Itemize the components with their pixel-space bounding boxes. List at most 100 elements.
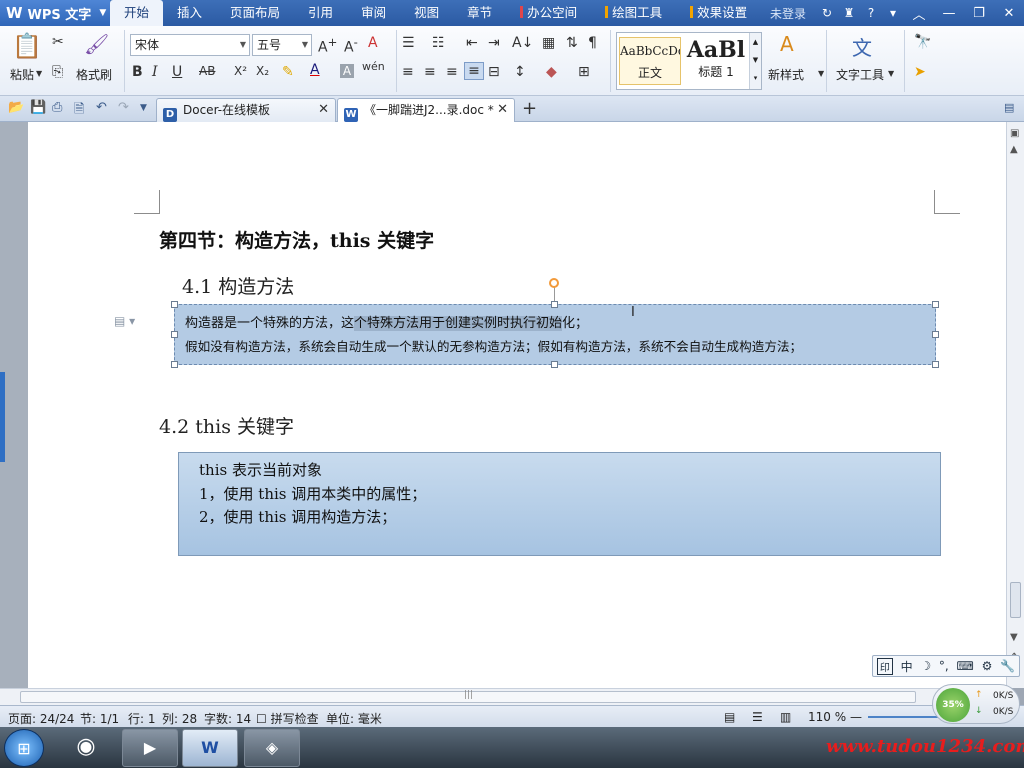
word-count[interactable]: 字数: 14 [204, 710, 251, 727]
font-color-icon[interactable]: A [310, 62, 320, 78]
menu-effect-settings[interactable]: 效果设置 [676, 0, 761, 26]
menu-view[interactable]: 视图 [400, 0, 453, 26]
resize-handle[interactable] [551, 361, 558, 368]
menu-office-space[interactable]: 办公空间 [506, 0, 591, 26]
new-style-icon[interactable]: A [780, 32, 794, 56]
style-heading1[interactable]: AaBl 标题 1 [685, 37, 747, 85]
menu-drawing-tools[interactable]: 绘图工具 [591, 0, 676, 26]
resize-handle[interactable] [171, 331, 178, 338]
redo-icon[interactable]: ↷ [118, 100, 129, 115]
paragraph-layout-icon[interactable]: ▤ ▾ [114, 314, 135, 328]
find-replace-icon[interactable]: 🔭 [914, 34, 931, 50]
chevron-down-icon[interactable]: ▼ [888, 69, 894, 78]
skin-icon[interactable]: ♜ [838, 6, 860, 20]
save-icon[interactable]: 💾 [30, 100, 46, 115]
font-name-select[interactable]: 宋体 ▼ [130, 34, 250, 56]
chrome-app-icon[interactable]: ◉ [58, 729, 114, 767]
network-monitor-widget[interactable]: 35% ↑ 0K/S ↓ 0K/S [932, 684, 1020, 724]
quick-access-dropdown-icon[interactable]: ▼ [140, 103, 147, 113]
close-tab-icon[interactable]: ✕ [318, 99, 329, 121]
select-icon[interactable]: ➤ [914, 64, 926, 80]
menu-review[interactable]: 审阅 [347, 0, 400, 26]
align-right-icon[interactable]: ≡ [446, 64, 458, 80]
menu-page-layout[interactable]: 页面布局 [216, 0, 294, 26]
menu-home[interactable]: 开始 [110, 0, 164, 26]
print-preview-icon[interactable]: 🗎 [74, 100, 84, 122]
tab-list-icon[interactable]: ▤ [1004, 101, 1014, 114]
ime-mode-toggle[interactable]: 中 [901, 658, 913, 675]
help-icon[interactable]: ? [860, 6, 882, 20]
distribute-icon[interactable]: ⊟ [488, 64, 500, 80]
paste-icon[interactable]: 📋 [12, 32, 42, 60]
resize-handle[interactable] [171, 301, 178, 308]
vertical-scrollbar[interactable]: ▣ ▲ ▼ ⇞ ⇟ [1006, 122, 1024, 688]
vertical-scroll-thumb[interactable] [1010, 582, 1021, 618]
zoom-slider[interactable] [868, 716, 938, 718]
resize-handle[interactable] [551, 301, 558, 308]
sort-icon[interactable]: ⇅ [566, 35, 578, 51]
document-page[interactable]: 第四节：构造方法，this 关键字 4.1 构造方法 ▤ ▾ 构造器是一个特殊的… [28, 122, 1006, 688]
open-folder-icon[interactable]: 📂 [8, 100, 24, 115]
login-status[interactable]: 未登录 [770, 5, 806, 22]
undo-icon[interactable]: ↶ [96, 100, 107, 115]
text-box-constructor[interactable]: 构造器是一个特殊的方法，这个特殊方法用于创建实例时执行初始化； 假如没有构造方法… [174, 304, 936, 365]
web-view-icon[interactable]: ▥ [780, 710, 791, 724]
menu-insert[interactable]: 插入 [163, 0, 216, 26]
outline-view-icon[interactable]: ☰ [752, 710, 763, 724]
chevron-down-icon[interactable]: ▼ [818, 69, 824, 78]
underline-icon[interactable]: U [172, 64, 182, 80]
rotation-handle[interactable] [549, 278, 559, 288]
paste-dropdown-icon[interactable]: ▼ [36, 69, 42, 78]
half-width-icon[interactable]: ☽ [920, 659, 931, 673]
ime-settings-icon[interactable]: ⚙ [982, 659, 993, 673]
justify-icon[interactable]: ≡ [464, 62, 484, 80]
bullet-list-icon[interactable]: ☰ [402, 35, 415, 51]
ime-logo-icon[interactable]: 印 [876, 657, 893, 675]
resize-handle[interactable] [932, 301, 939, 308]
show-marks-icon[interactable]: ¶ [588, 35, 597, 51]
media-app-icon[interactable]: ◈ [244, 729, 300, 767]
align-left-icon[interactable]: ≡ [402, 64, 414, 80]
numbered-list-icon[interactable]: ☷ [432, 35, 445, 51]
wps-writer-taskbar-icon[interactable]: W [182, 729, 238, 767]
video-app-icon[interactable]: ▶ [122, 729, 178, 767]
font-size-select[interactable]: 五号 ▼ [252, 34, 312, 56]
text-box-this-keyword[interactable]: this 表示当前对象 1，使用 this 调用本类中的属性； 2，使用 thi… [178, 452, 941, 556]
italic-icon[interactable]: I [152, 64, 158, 80]
input-method-toolbar[interactable]: 印 中 ☽ °, ⌨ ⚙ 🔧 [872, 655, 1020, 677]
cut-icon[interactable]: ✂ [52, 34, 64, 50]
resize-handle[interactable] [171, 361, 178, 368]
style-normal[interactable]: AaBbCcDd 正文 [619, 37, 681, 85]
phonetic-guide-icon[interactable]: wén [362, 60, 385, 73]
line-spacing-icon[interactable]: ↕ [514, 64, 526, 80]
paste-button[interactable]: 粘贴 [10, 66, 34, 83]
grow-font-icon[interactable]: A+ [318, 35, 337, 56]
sync-icon[interactable]: ↻ [816, 6, 838, 20]
restore-icon[interactable]: ❐ [964, 6, 994, 21]
align-center-icon[interactable]: ≡ [424, 64, 436, 80]
start-button[interactable]: ⊞ [4, 729, 44, 767]
page-indicator[interactable]: 页面: 24/24 [8, 710, 74, 727]
text-tools-icon[interactable]: 文 [852, 32, 872, 61]
subscript-icon[interactable]: X₂ [256, 64, 269, 78]
scroll-up-icon[interactable]: ▲ [1010, 144, 1018, 155]
page-view-icon[interactable]: ▤ [724, 710, 735, 724]
decrease-indent-icon[interactable]: ⇤ [466, 35, 478, 51]
horizontal-scroll-thumb[interactable]: ||| [20, 690, 916, 703]
text-tools-button[interactable]: 文字工具 [836, 66, 884, 83]
menu-chapter[interactable]: 章节 [453, 0, 506, 26]
soft-keyboard-icon[interactable]: ⌨ [956, 659, 973, 673]
table-icon[interactable]: ▦ [542, 35, 555, 51]
tab-document[interactable]: W 《一脚踹进J2...录.doc * ✕ [337, 98, 515, 122]
punctuation-icon[interactable]: °, [939, 659, 949, 673]
print-icon[interactable]: ⎙ [52, 100, 62, 115]
new-tab-icon[interactable]: + [522, 98, 537, 119]
increase-indent-icon[interactable]: ⇥ [488, 35, 500, 51]
highlight-icon[interactable]: ✎ [282, 64, 294, 80]
border-icon[interactable]: ⊞ [578, 64, 590, 80]
help-dropdown-icon[interactable]: ▾ [882, 6, 904, 20]
shrink-font-icon[interactable]: A- [344, 35, 358, 56]
style-gallery-scroll[interactable]: ▲ ▼ ▾ [749, 33, 761, 89]
spell-check-toggle[interactable]: ☐ 拼写检查 [256, 710, 319, 727]
format-painter-button[interactable]: 格式刷 [76, 66, 112, 83]
